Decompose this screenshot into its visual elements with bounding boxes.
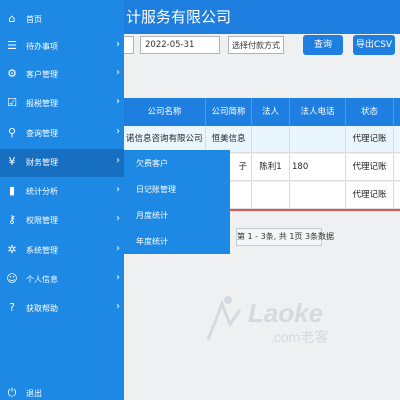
cell-legal-person <box>252 126 290 153</box>
sidebar-item-todo[interactable]: ☰ 待办事项 › <box>0 33 124 61</box>
chevron-right-icon: › <box>116 155 120 166</box>
cell-legal-phone <box>290 182 346 209</box>
sidebar-item-query[interactable]: ⚲ 查询管理 › <box>0 120 124 148</box>
company-title: 计服务有限公司 <box>126 8 232 26</box>
sidebar-item-permissions[interactable]: ⚷ 权限管理 › <box>0 207 124 235</box>
chevron-right-icon: › <box>116 272 120 283</box>
chevron-right-icon: › <box>116 126 120 137</box>
yen-icon: ¥ <box>8 155 16 168</box>
sidebar-item-home[interactable]: ⌂ 首页 <box>0 6 124 34</box>
sidebar-item-customers[interactable]: ⚙ 客户管理 › <box>0 61 124 89</box>
sidebar-item-label: 首页 <box>26 15 42 24</box>
col-legal-person[interactable]: 法人 <box>252 98 290 126</box>
date-input[interactable]: 2022-05-31 <box>140 36 220 54</box>
chevron-right-icon: › <box>116 184 120 195</box>
submenu-item-label: 年度统计 <box>136 237 168 246</box>
cell-legal-phone: 180 <box>290 154 346 181</box>
col-legal-phone[interactable]: 法人电话 <box>290 98 346 126</box>
sidebar-item-statistics[interactable]: ▮ 统计分析 › <box>0 178 124 206</box>
checkbox-icon: ☑ <box>7 96 17 109</box>
sidebar: ⌂ 首页 ☰ 待办事项 › ⚙ 客户管理 › ☑ 报税管理 › ⚲ 查询管理 ›… <box>0 0 124 400</box>
sidebar-item-label: 待办事项 <box>26 42 58 51</box>
gear-icon: ✲ <box>7 243 17 256</box>
key-icon: ⚷ <box>7 213 17 226</box>
sidebar-item-label: 财务管理 <box>26 158 58 167</box>
sidebar-item-label: 查询管理 <box>26 129 58 138</box>
svg-text:Laoke: Laoke <box>248 298 323 328</box>
sidebar-item-label: 退出 <box>26 389 42 398</box>
table-header: 公司名称 公司简称 法人 法人电话 状态 <box>124 98 400 126</box>
chevron-down-icon: ⌄ <box>280 41 284 50</box>
help-icon: ? <box>9 301 15 314</box>
chevron-right-icon: › <box>116 96 120 107</box>
sidebar-item-label: 权限管理 <box>26 216 58 225</box>
power-icon: ⏻ <box>7 386 17 399</box>
table-row[interactable]: 诺信息咨询有限公司 恒美信息 代理记账 <box>124 126 400 153</box>
submenu-item-label: 欠费客户 <box>136 159 168 168</box>
cell-status: 代理记账 <box>346 126 394 153</box>
cell-legal-person: 陈利1 <box>252 154 290 181</box>
cell-legal-phone <box>290 126 346 153</box>
search-icon: ⚲ <box>7 126 17 139</box>
user-icon: ☺ <box>6 272 18 285</box>
sidebar-item-label: 个人信息 <box>26 275 58 284</box>
sidebar-item-logout[interactable]: ⏻ 退出 <box>0 380 124 400</box>
sidebar-item-label: 统计分析 <box>26 187 58 196</box>
sidebar-item-label: 获取帮助 <box>26 304 58 313</box>
home-icon: ⌂ <box>8 12 16 25</box>
chevron-right-icon: › <box>116 301 120 312</box>
bar-chart-icon: ▮ <box>8 184 16 197</box>
list-icon: ☰ <box>7 39 17 52</box>
submenu-item-journal[interactable]: 日记账管理 <box>124 176 230 202</box>
submenu-item-monthly[interactable]: 月度统计 <box>124 202 230 228</box>
search-button[interactable]: 查询 <box>303 35 343 55</box>
payment-select-label: 选择付款方式 <box>232 41 280 50</box>
sidebar-item-label: 客户管理 <box>26 70 58 79</box>
sidebar-item-label: 报税管理 <box>26 99 58 108</box>
submenu-item-label: 日记账管理 <box>136 185 176 194</box>
sidebar-item-tax[interactable]: ☑ 报税管理 › <box>0 90 124 118</box>
cell-status: 代理记账 <box>346 154 394 181</box>
export-csv-button[interactable]: 导出CSV <box>353 35 395 55</box>
submenu-item-yearly[interactable]: 年度统计 <box>124 228 230 254</box>
pagination-info: 第 1 - 3条, 共 1页 3条数据 <box>236 228 334 246</box>
col-company-short[interactable]: 公司简称 <box>206 98 252 126</box>
cell-company-name: 诺信息咨询有限公司 <box>124 126 206 153</box>
cell-status: 代理记账 <box>346 182 394 209</box>
sidebar-item-system[interactable]: ✲ 系统管理 › <box>0 237 124 265</box>
chevron-right-icon: › <box>116 243 120 254</box>
sidebar-item-finance[interactable]: ¥ 财务管理 › <box>0 149 124 177</box>
payment-method-select[interactable]: 选择付款方式 ⌄ <box>228 36 284 54</box>
sidebar-item-label: 系统管理 <box>26 246 58 255</box>
svg-text:.com老客: .com老客 <box>270 329 328 345</box>
chevron-right-icon: › <box>116 213 120 224</box>
cell-legal-person <box>252 182 290 209</box>
col-company-name[interactable]: 公司名称 <box>124 98 206 126</box>
laoke-watermark-logo: Laoke .com老客 <box>206 296 328 345</box>
cell-company-short: 恒美信息 <box>206 126 252 153</box>
finance-submenu: 欠费客户 日记账管理 月度统计 年度统计 <box>124 150 230 254</box>
sidebar-item-help[interactable]: ? 获取帮助 › <box>0 295 124 323</box>
chevron-right-icon: › <box>116 67 120 78</box>
col-status[interactable]: 状态 <box>346 98 394 126</box>
chevron-right-icon: › <box>116 39 120 50</box>
sidebar-item-profile[interactable]: ☺ 个人信息 › <box>0 266 124 294</box>
submenu-item-arrears[interactable]: 欠费客户 <box>124 150 230 176</box>
submenu-item-label: 月度统计 <box>136 211 168 220</box>
cogs-icon: ⚙ <box>7 67 17 80</box>
